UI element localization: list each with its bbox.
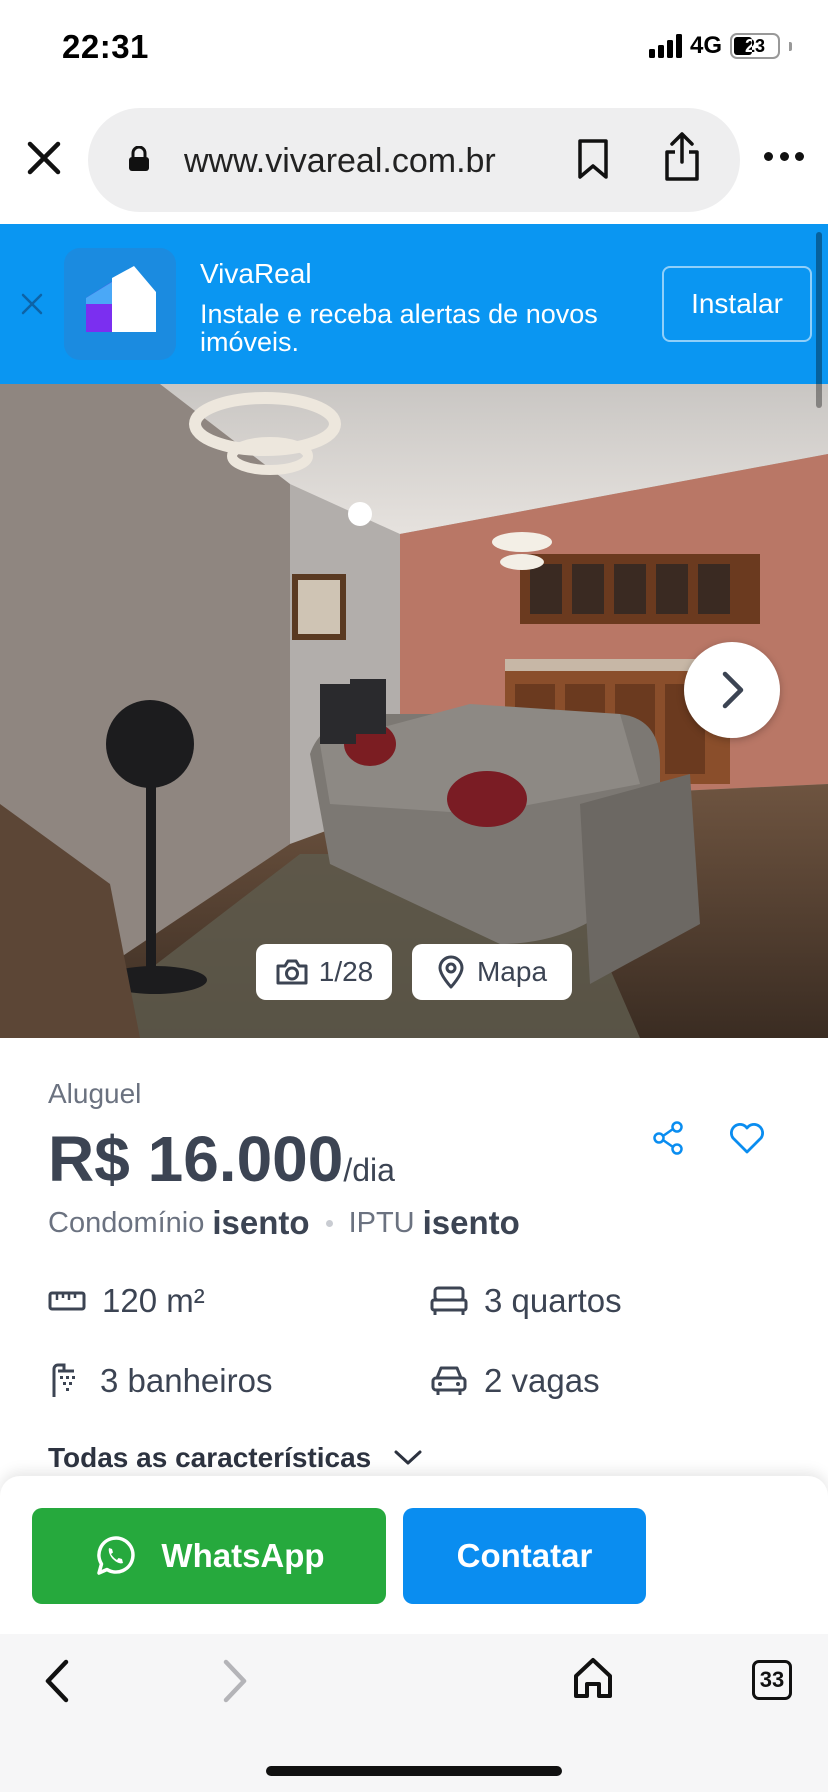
tabs-button[interactable]: 33 bbox=[752, 1660, 792, 1700]
bookmark-icon[interactable] bbox=[576, 138, 610, 180]
fees-row: Condomínio isento IPTU isento bbox=[48, 1204, 520, 1242]
status-time: 22:31 bbox=[62, 28, 149, 65]
bed-icon bbox=[430, 1286, 468, 1315]
map-button[interactable]: Mapa bbox=[412, 944, 572, 1000]
battery-tip bbox=[789, 41, 792, 51]
map-pin-icon bbox=[438, 955, 464, 989]
lock-icon bbox=[129, 146, 149, 171]
all-features-toggle[interactable]: Todas as características bbox=[48, 1442, 423, 1474]
status-bar: 22:31 4G 23 bbox=[0, 0, 828, 100]
whatsapp-label: WhatsApp bbox=[161, 1537, 325, 1574]
iptu-value: isento bbox=[422, 1204, 520, 1241]
signal-icon bbox=[648, 34, 682, 58]
vivareal-logo bbox=[64, 248, 176, 360]
bedrooms-text: 3 quartos bbox=[484, 1282, 622, 1319]
home-icon[interactable] bbox=[572, 1656, 614, 1700]
share-icon[interactable] bbox=[662, 130, 702, 182]
battery-icon: 23 bbox=[730, 33, 780, 59]
whatsapp-icon bbox=[97, 1536, 136, 1575]
browser-toolbar: 33 bbox=[0, 1634, 828, 1792]
iptu-label: IPTU bbox=[348, 1206, 415, 1239]
url-text: www.vivareal.com.br bbox=[184, 142, 496, 180]
bathrooms-text: 3 banheiros bbox=[100, 1362, 273, 1399]
photo-gallery[interactable]: 1/28 Mapa bbox=[0, 384, 828, 1038]
next-photo-button[interactable] bbox=[684, 642, 780, 738]
heart-icon[interactable] bbox=[728, 1120, 766, 1156]
shower-icon bbox=[52, 1363, 75, 1397]
network-type: 4G bbox=[689, 32, 722, 59]
condo-label: Condomínio bbox=[48, 1206, 205, 1239]
car-icon bbox=[431, 1366, 467, 1395]
contact-action-bar: WhatsApp Contatar bbox=[0, 1476, 828, 1634]
amenity-bathrooms: 3 banheiros bbox=[48, 1362, 272, 1400]
close-icon[interactable] bbox=[22, 136, 66, 180]
area-text: 120 m² bbox=[102, 1282, 205, 1319]
banner-subtitle: Instale e receba alertas de novos imóvei… bbox=[200, 299, 598, 357]
ruler-icon bbox=[48, 1291, 86, 1311]
amenity-area: 120 m² bbox=[48, 1282, 205, 1320]
share-listing-icon[interactable] bbox=[650, 1120, 686, 1156]
all-features-label: Todas as características bbox=[48, 1442, 372, 1473]
banner-title: VivaReal bbox=[200, 258, 312, 289]
parking-text: 2 vagas bbox=[484, 1362, 600, 1399]
more-icon[interactable] bbox=[764, 152, 804, 164]
amenity-parking: 2 vagas bbox=[430, 1362, 600, 1400]
map-label: Mapa bbox=[476, 956, 548, 987]
app-install-banner: VivaReal Instale e receba alertas de nov… bbox=[0, 224, 828, 384]
photo-counter[interactable]: 1/28 bbox=[256, 944, 392, 1000]
camera-icon bbox=[276, 959, 308, 985]
separator-dot bbox=[325, 1219, 333, 1227]
back-icon[interactable] bbox=[40, 1656, 76, 1706]
status-indicators: 4G 23 bbox=[648, 32, 792, 60]
contact-button[interactable]: Contatar bbox=[403, 1508, 646, 1604]
chevron-down-icon bbox=[394, 1450, 422, 1465]
banner-close-icon[interactable] bbox=[20, 292, 44, 316]
condo-value: isento bbox=[212, 1204, 310, 1241]
install-button[interactable]: Instalar bbox=[662, 266, 812, 342]
price-value: R$ 16.000 bbox=[48, 1123, 344, 1195]
amenity-bedrooms: 3 quartos bbox=[430, 1282, 622, 1320]
business-type: Aluguel bbox=[48, 1078, 142, 1109]
scrollbar[interactable] bbox=[816, 232, 822, 408]
price: R$ 16.000/dia bbox=[48, 1122, 395, 1196]
home-indicator[interactable] bbox=[266, 1766, 562, 1776]
forward-icon[interactable] bbox=[216, 1656, 252, 1706]
chevron-right-icon bbox=[722, 671, 744, 709]
price-period: /dia bbox=[343, 1152, 395, 1188]
browser-address-bar: www.vivareal.com.br bbox=[0, 100, 828, 224]
battery-level: 23 bbox=[744, 35, 766, 56]
photo-counter-text: 1/28 bbox=[318, 956, 374, 987]
url-field[interactable]: www.vivareal.com.br bbox=[88, 108, 740, 212]
whatsapp-button[interactable]: WhatsApp bbox=[32, 1508, 386, 1604]
